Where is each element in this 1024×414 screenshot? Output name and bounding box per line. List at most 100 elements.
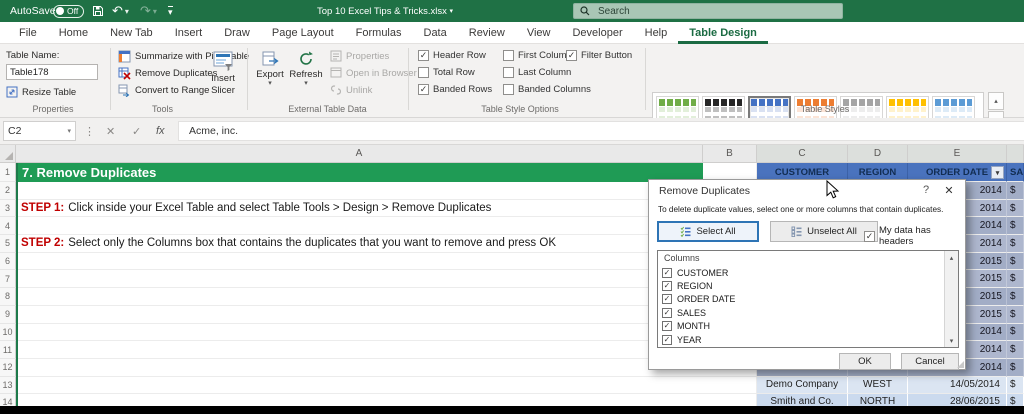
table-header-sales-sliver[interactable]: SALES (1007, 163, 1024, 182)
cell[interactable] (16, 182, 703, 200)
tab-data[interactable]: Data (413, 22, 458, 44)
row-number[interactable]: 2 (0, 182, 16, 200)
total-row-checkbox[interactable]: Total Row (418, 67, 475, 78)
cell-sales[interactable]: $ (1007, 358, 1024, 377)
cancel-formula-button[interactable]: ✕ (106, 121, 115, 141)
tab-draw[interactable]: Draw (213, 22, 261, 44)
row-number[interactable]: 13 (0, 376, 16, 394)
refresh-button[interactable]: Refresh ▾ (288, 50, 324, 87)
tab-new-tab[interactable]: New Tab (99, 22, 164, 44)
col-header-a[interactable]: A (16, 145, 703, 163)
formula-input[interactable] (178, 121, 1024, 141)
cell-sales[interactable]: $ (1007, 288, 1024, 306)
cell-sales[interactable]: $ (1007, 199, 1024, 218)
cell[interactable] (16, 306, 703, 324)
row-number[interactable]: 1 (0, 163, 16, 182)
col-header-d[interactable]: D (848, 145, 908, 163)
filter-button-checkbox[interactable]: ✓ Filter Button (566, 50, 632, 61)
enter-formula-button[interactable]: ✓ (132, 121, 141, 141)
convert-to-range-button[interactable]: Convert to Range (118, 83, 209, 97)
table-name-input[interactable] (6, 64, 98, 80)
cell-sales[interactable]: $ (1007, 305, 1024, 324)
first-column-checkbox[interactable]: First Column (503, 50, 572, 61)
cell-order-date[interactable]: 14/05/2014 (908, 376, 1007, 394)
listbox-scrollbar[interactable]: ▴ ▾ (944, 251, 958, 347)
select-all-corner[interactable] (0, 145, 16, 163)
cell[interactable] (16, 341, 703, 359)
search-box[interactable] (573, 3, 843, 19)
cell-sales[interactable]: $ (1007, 270, 1024, 289)
tab-page-layout[interactable]: Page Layout (261, 22, 345, 44)
export-button[interactable]: Export ▾ (252, 50, 288, 87)
cell-sales[interactable]: $ (1007, 252, 1024, 271)
ok-button[interactable]: OK (839, 353, 891, 370)
scroll-down-button[interactable]: ▾ (945, 334, 958, 347)
last-column-checkbox[interactable]: Last Column (503, 67, 571, 78)
cell[interactable] (16, 359, 703, 377)
tab-review[interactable]: Review (458, 22, 516, 44)
section-title-cell[interactable]: 7. Remove Duplicates (16, 163, 703, 182)
col-header-e[interactable]: E (908, 145, 1007, 163)
row-number[interactable]: 3 (0, 199, 16, 218)
autosave-toggle[interactable]: Off (53, 0, 85, 22)
row-number[interactable]: 4 (0, 217, 16, 236)
my-data-has-headers-checkbox[interactable]: ✓ My data has headers (864, 225, 965, 247)
cell-sales[interactable]: $ (1007, 182, 1024, 200)
cell[interactable] (703, 376, 757, 394)
tab-insert[interactable]: Insert (164, 22, 214, 44)
unselect-all-button[interactable]: Unselect All (770, 221, 878, 242)
filter-dropdown-button[interactable]: ▾ (991, 166, 1004, 179)
tab-table-design[interactable]: Table Design (678, 22, 768, 44)
col-header-c[interactable]: C (757, 145, 848, 163)
cell-sales[interactable]: $ (1007, 341, 1024, 359)
undo-button[interactable]: ↶ ▾ (112, 0, 129, 22)
select-all-button[interactable]: Select All (657, 221, 759, 242)
step1-cell[interactable]: STEP 1: Click inside your Excel Table and… (16, 200, 703, 218)
row-number[interactable]: 9 (0, 305, 16, 324)
tab-formulas[interactable]: Formulas (345, 22, 413, 44)
cell[interactable] (16, 324, 703, 342)
row-number[interactable]: 6 (0, 252, 16, 271)
name-box[interactable]: C2 ▾ (3, 121, 76, 141)
tab-developer[interactable]: Developer (561, 22, 633, 44)
tab-view[interactable]: View (516, 22, 562, 44)
column-item-customer[interactable]: ✓ CUSTOMER (662, 266, 942, 279)
tab-help[interactable]: Help (634, 22, 679, 44)
cell[interactable] (16, 217, 703, 236)
scroll-up-button[interactable]: ▴ (945, 251, 958, 264)
gallery-scroll-up-button[interactable]: ▴ (988, 92, 1004, 110)
tab-file[interactable]: File (8, 22, 48, 44)
row-number[interactable]: 5 (0, 235, 16, 253)
cell[interactable] (16, 253, 703, 271)
customize-qat-button[interactable]: ▾ (168, 0, 173, 22)
cell[interactable] (16, 377, 703, 394)
col-header-b[interactable]: B (703, 145, 757, 163)
cell[interactable] (16, 288, 703, 306)
banded-columns-checkbox[interactable]: Banded Columns (503, 84, 591, 95)
column-item-sales[interactable]: ✓ SALES (662, 306, 942, 319)
header-row-checkbox[interactable]: ✓ Header Row (418, 50, 486, 61)
cell-sales[interactable]: $ (1007, 217, 1024, 236)
cell[interactable] (16, 270, 703, 289)
cell-sales[interactable]: $ (1007, 376, 1024, 394)
cell-sales[interactable]: $ (1007, 323, 1024, 342)
column-item-order-date[interactable]: ✓ ORDER DATE (662, 293, 942, 306)
dialog-close-button[interactable]: ✕ (941, 184, 957, 197)
search-input[interactable] (596, 4, 816, 18)
column-item-year[interactable]: ✓ YEAR (662, 333, 942, 346)
insert-function-button[interactable]: fx (156, 121, 165, 141)
step2-cell[interactable]: STEP 2: Select only the Columns box that … (16, 235, 703, 253)
row-number[interactable]: 11 (0, 341, 16, 359)
cell-sales[interactable]: $ (1007, 235, 1024, 253)
tab-home[interactable]: Home (48, 22, 99, 44)
row-number[interactable]: 8 (0, 288, 16, 306)
redo-button[interactable]: ↷ ▾ (140, 0, 157, 22)
col-header-f-sliver[interactable] (1007, 145, 1024, 163)
column-item-region[interactable]: ✓ REGION (662, 279, 942, 292)
cell-customer[interactable]: Demo Company (757, 376, 848, 394)
cancel-button[interactable]: Cancel (901, 353, 959, 370)
insert-slicer-button[interactable]: Insert Slicer (203, 50, 243, 96)
cell-region[interactable]: WEST (848, 376, 908, 394)
resize-table-button[interactable]: Resize Table (6, 85, 76, 99)
column-item-month[interactable]: ✓ MONTH (662, 320, 942, 333)
